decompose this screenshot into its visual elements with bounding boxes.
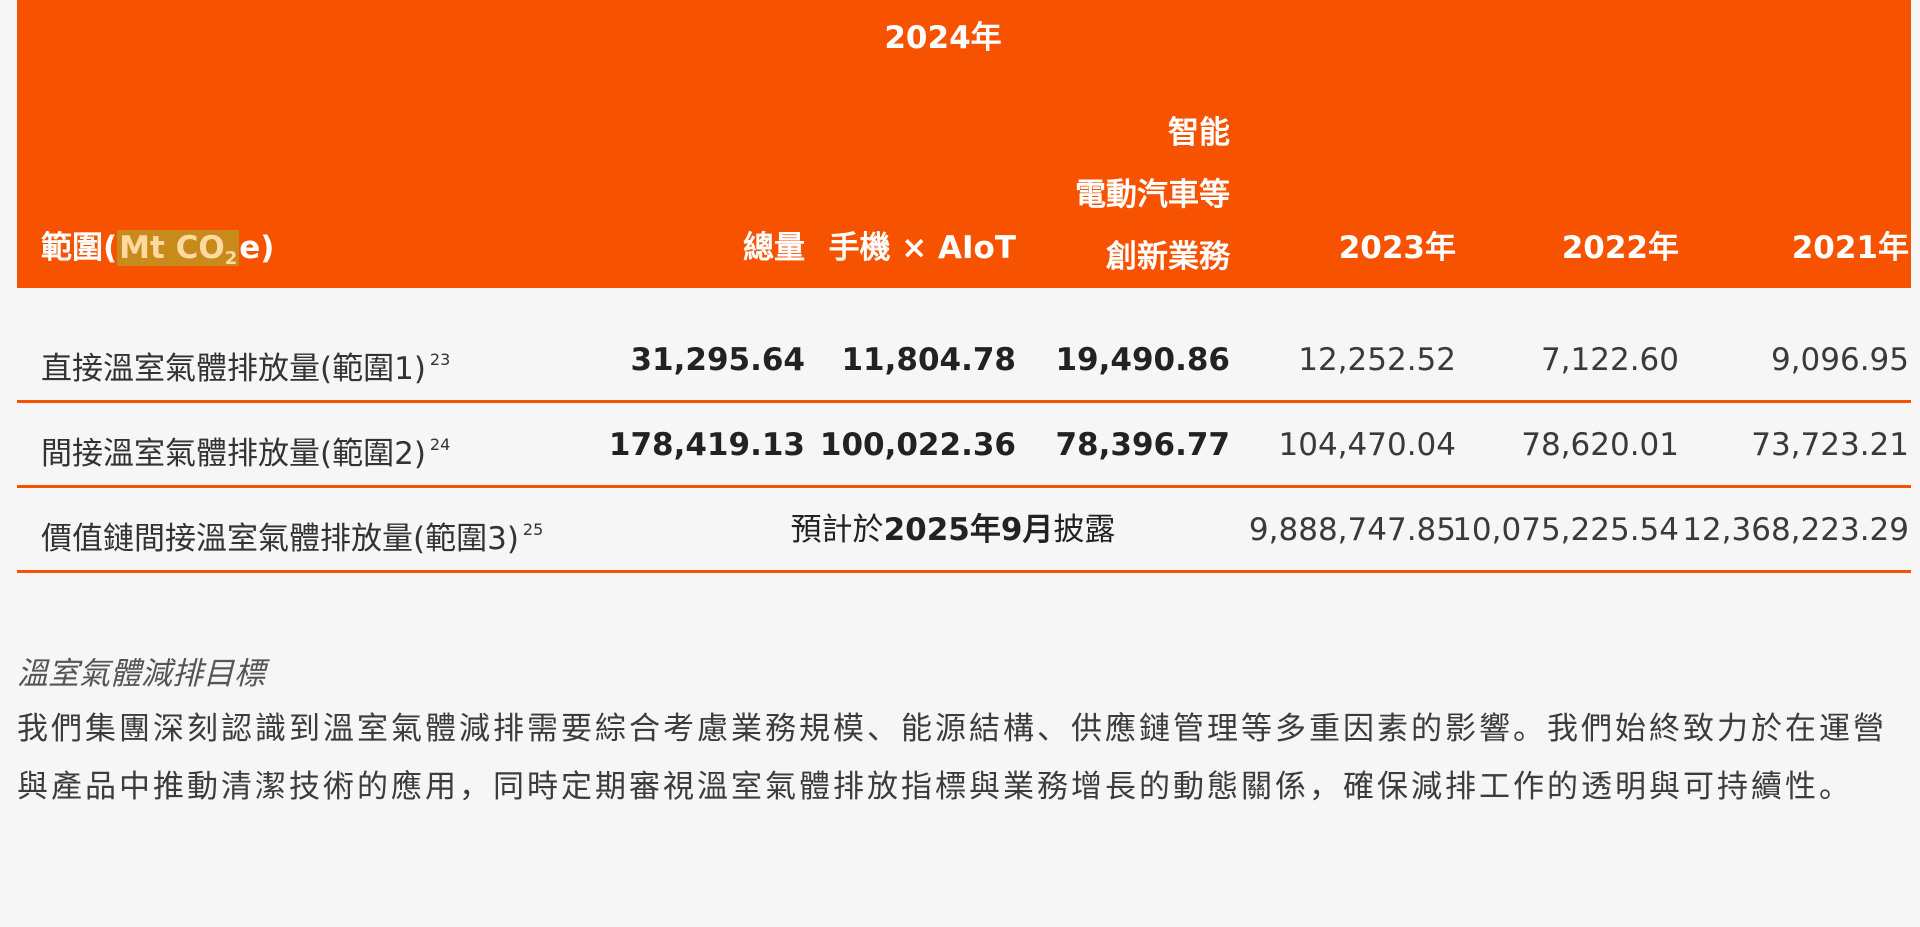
header-col-ev-line3: 創新業務	[1106, 239, 1230, 275]
row-label: 間接溫室氣體排放量(範圍2) 24	[41, 425, 450, 474]
cell-2022: 10,075,225.54	[1452, 512, 1679, 548]
header-unit-label: 範圍(Mt CO2e)	[41, 228, 274, 279]
cell-total: 31,295.64	[630, 342, 805, 378]
unit-label-subscript: 2	[224, 248, 238, 269]
header-col-2023: 2023年	[1338, 230, 1456, 266]
header-col-phone-aiot: 手機 × AIoT	[828, 230, 1016, 266]
disclosure-date: 2025年9月	[883, 512, 1054, 548]
unit-label-suffix: e)	[239, 230, 275, 266]
row-label-text: 價值鏈間接溫室氣體排放量(範圍3)	[41, 521, 519, 557]
header-col-ev-innovation: 智能 電動汽車等 創新業務	[1075, 102, 1230, 288]
header-col-ev-line2: 電動汽車等	[1075, 177, 1230, 213]
row-label: 價值鏈間接溫室氣體排放量(範圍3) 25	[41, 510, 543, 559]
cell-2021: 9,096.95	[1770, 342, 1909, 378]
unit-label-prefix: 範圍(	[41, 230, 118, 266]
cell-2023: 9,888,747.85	[1248, 512, 1456, 548]
table-header: 2024年 範圍(Mt CO2e) 總量 手機 × AIoT 智能 電動汽車等 …	[17, 0, 1911, 288]
table-row: 價值鏈間接溫室氣體排放量(範圍3) 25 預計於2025年9月披露 9,888,7…	[17, 488, 1911, 573]
unit-label-unit: Mt CO	[119, 230, 225, 266]
cell-disclosure-note: 預計於2025年9月披露	[753, 510, 1153, 550]
section-title: 溫室氣體減排目標	[17, 656, 265, 692]
row-footnote: 25	[522, 520, 544, 539]
disclosure-suffix: 披露	[1053, 512, 1116, 548]
reduction-targets-section: 溫室氣體減排目標 我們集團深刻認識到溫室氣體減排需要綜合考慮業務規模、能源結構、…	[17, 650, 1907, 816]
header-col-ev-line1: 智能	[1168, 115, 1230, 151]
cell-2021: 73,723.21	[1751, 427, 1909, 463]
cell-2023: 12,252.52	[1298, 342, 1456, 378]
unit-label-highlight: Mt CO2	[117, 230, 240, 269]
row-footnote: 24	[429, 435, 451, 454]
header-col-total: 總量	[743, 230, 805, 266]
table-row: 直接溫室氣體排放量(範圍1) 23 31,295.64 11,804.78 19,…	[17, 318, 1911, 403]
row-footnote: 23	[429, 350, 451, 369]
header-col-2021: 2021年	[1791, 230, 1909, 266]
row-label: 直接溫室氣體排放量(範圍1) 23	[41, 340, 450, 389]
cell-2022: 78,620.01	[1521, 427, 1679, 463]
emissions-table: 2024年 範圍(Mt CO2e) 總量 手機 × AIoT 智能 電動汽車等 …	[17, 0, 1911, 573]
cell-2021: 12,368,223.29	[1682, 512, 1909, 548]
row-label-text: 間接溫室氣體排放量(範圍2)	[41, 436, 426, 472]
cell-phone-aiot: 100,022.36	[819, 427, 1016, 463]
table-body: 直接溫室氣體排放量(範圍1) 23 31,295.64 11,804.78 19,…	[17, 318, 1911, 573]
cell-2023: 104,470.04	[1278, 427, 1457, 463]
cell-ev-innovation: 78,396.77	[1055, 427, 1230, 463]
cell-total: 178,419.13	[608, 427, 805, 463]
table-row: 間接溫室氣體排放量(範圍2) 24 178,419.13 100,022.36 7…	[17, 403, 1911, 488]
row-label-text: 直接溫室氣體排放量(範圍1)	[41, 351, 426, 387]
cell-ev-innovation: 19,490.86	[1055, 342, 1230, 378]
cell-2022: 7,122.60	[1540, 342, 1679, 378]
cell-phone-aiot: 11,804.78	[841, 342, 1016, 378]
header-year-group: 2024年	[884, 20, 1002, 56]
header-col-2022: 2022年	[1561, 230, 1679, 266]
section-body: 我們集團深刻認識到溫室氣體減排需要綜合考慮業務規模、能源結構、供應鏈管理等多重因…	[17, 711, 1887, 805]
disclosure-prefix: 預計於	[790, 512, 884, 548]
